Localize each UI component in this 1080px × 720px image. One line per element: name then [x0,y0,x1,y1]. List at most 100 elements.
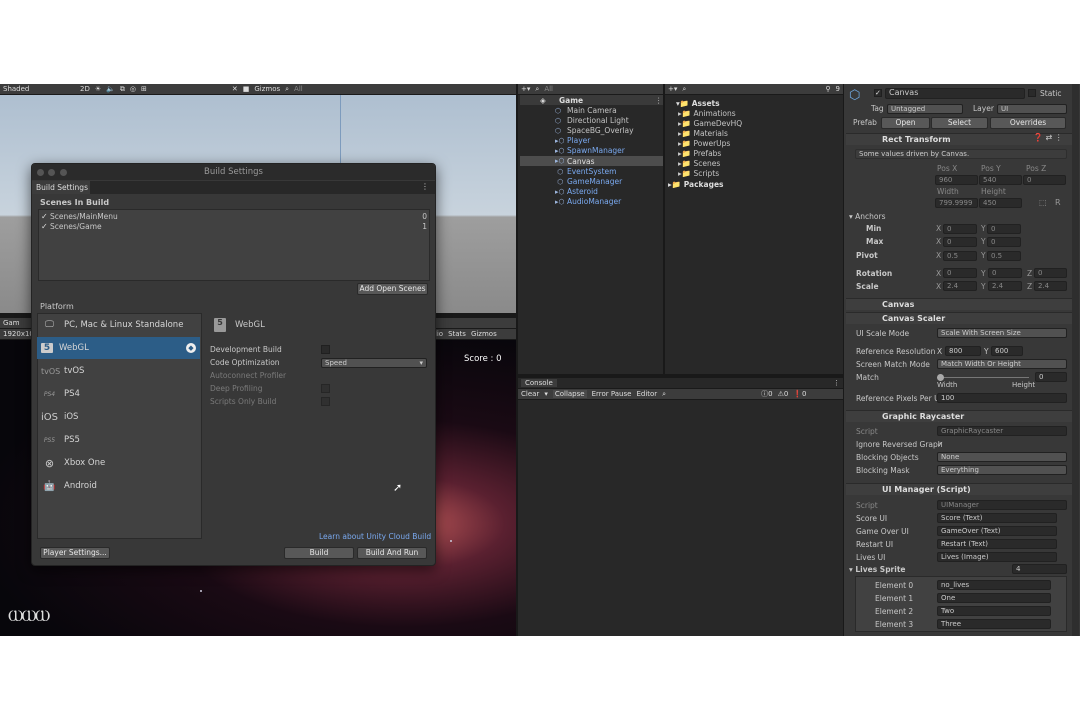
prefab-select-button[interactable]: Select [931,117,988,129]
anchor-max-y[interactable]: 0 [987,237,1021,247]
rotation-x[interactable]: 0 [943,268,977,278]
build-and-run-button[interactable]: Build And Run [357,547,427,559]
folder-item[interactable]: ▸📁 Materials [678,129,728,138]
game-tab[interactable]: Gam [3,319,20,327]
hierarchy-item[interactable]: Player [567,136,590,145]
more-icon[interactable]: ⋮ [655,96,663,105]
inspector-scrollbar[interactable] [1072,84,1079,636]
reference-pixels-field[interactable]: 100 [937,393,1067,403]
static-checkbox[interactable] [1028,89,1036,97]
shading-dropdown[interactable]: Shaded [3,85,75,93]
visibility-icon[interactable]: ◎ [130,85,136,93]
scene-search[interactable]: All [294,85,303,93]
anchor-max-x[interactable]: 0 [943,237,977,247]
game-over-ui-field[interactable]: GameOver (Text) [937,526,1057,536]
editor-dropdown[interactable]: Editor [636,390,657,398]
check-icon[interactable]: ✓ [41,222,48,231]
width-field[interactable]: 799.9999 [935,198,978,208]
tag-dropdown[interactable]: Untagged [887,104,963,114]
ui-scale-mode-dropdown[interactable]: Scale With Screen Size [937,328,1067,338]
scene-row[interactable]: ✓ Scenes/MainMenu 0 [41,212,427,222]
scale-z[interactable]: 2.4 [1034,281,1067,291]
collapse-toggle[interactable]: Collapse [552,390,587,398]
folder-item[interactable]: ▸📁 Scenes [678,159,720,168]
pos-z-field[interactable]: 0 [1023,175,1066,185]
console-tab[interactable]: Console [521,379,557,387]
add-icon[interactable]: +▾ [521,85,530,93]
build-settings-tab[interactable]: Build Settings [32,181,90,194]
packages-folder[interactable]: ▸📁 Packages [668,180,724,189]
score-ui-field[interactable]: Score (Text) [937,513,1057,523]
element-field[interactable]: One [937,593,1051,603]
more-icon[interactable]: ⋮ [421,182,429,191]
platform-tvos[interactable]: tvOS tvOS [37,360,200,382]
platform-ps4[interactable]: PS4 PS4 [37,383,200,405]
tools-icon[interactable]: ✕ [232,85,238,93]
folder-item[interactable]: ▸📁 Animations [678,109,736,118]
lives-ui-field[interactable]: Lives (Image) [937,552,1057,562]
add-open-scenes-button[interactable]: Add Open Scenes [357,283,428,295]
graphic-raycaster-header[interactable]: Graphic Raycaster [846,410,1072,422]
rotation-z[interactable]: 0 [1034,268,1067,278]
assets-folder[interactable]: ▾📁 Assets [676,99,720,108]
element-field[interactable]: Two [937,606,1051,616]
folder-item[interactable]: ▸📁 GameDevHQ [678,119,742,128]
audio-toggle[interactable]: lio [435,330,443,338]
hierarchy-item[interactable]: Directional Light [567,116,629,125]
platform-ios[interactable]: iOS iOS [37,406,200,428]
hierarchy-search[interactable]: All [544,85,553,93]
grid-icon[interactable]: ⊞ [141,85,147,93]
development-build-checkbox[interactable] [321,345,330,354]
camera-icon[interactable]: ■ [243,85,250,93]
platform-xbox[interactable]: ⊗ Xbox One [37,452,200,474]
anchor-min-y[interactable]: 0 [987,224,1021,234]
build-button[interactable]: Build [284,547,354,559]
hierarchy-item[interactable]: Main Camera [567,106,617,115]
scripts-only-checkbox[interactable] [321,397,330,406]
blocking-objects-dropdown[interactable]: None [937,452,1067,462]
log-count[interactable]: ⓘ0 [761,389,772,399]
match-slider-track[interactable] [937,377,1029,378]
platform-webgl[interactable]: 5 WebGL ◆ [37,337,200,359]
hierarchy-item[interactable]: SpawnManager [567,146,625,155]
audio-icon[interactable]: 🔈 [106,85,115,93]
chevron-down-icon[interactable]: ▾ [544,390,548,398]
element-field[interactable]: Three [937,619,1051,629]
ui-manager-header[interactable]: UI Manager (Script) [846,483,1072,495]
hierarchy-item[interactable]: SpaceBG_Overlay [567,126,634,135]
reference-y-field[interactable]: 600 [991,346,1023,356]
layer-dropdown[interactable]: UI [997,104,1067,114]
prefab-open-button[interactable]: Open [881,117,930,129]
restart-ui-field[interactable]: Restart (Text) [937,539,1057,549]
stats-toggle[interactable]: Stats [448,330,466,338]
light-icon[interactable]: ☀ [95,85,101,93]
filter-icon[interactable]: ⚲ [825,85,830,93]
scale-y[interactable]: 2.4 [988,281,1022,291]
reference-x-field[interactable]: 800 [945,346,981,356]
lives-sprite-size[interactable]: 4 [1012,564,1067,574]
scale-x[interactable]: 2.4 [943,281,977,291]
component-menu-icons[interactable]: ❓ ⇄ ⋮ [1033,133,1063,142]
element-field[interactable]: no_lives [937,580,1051,590]
maximize-icon[interactable] [60,169,67,176]
gizmos-dropdown[interactable]: Gizmos [254,85,280,93]
pos-y-field[interactable]: 540 [979,175,1022,185]
resolution-dropdown[interactable]: 1920x10 [3,330,34,338]
hierarchy-root[interactable]: Game [559,96,583,105]
more-icon[interactable]: ⋮ [833,379,840,387]
clear-button[interactable]: Clear [521,390,539,398]
platform-ps5[interactable]: PS5 PS5 [37,429,200,451]
static-label[interactable]: Static [1040,89,1061,98]
deep-profiling-checkbox[interactable] [321,384,330,393]
pos-x-field[interactable]: 960 [935,175,978,185]
hierarchy-item[interactable]: EventSystem [567,167,616,176]
anchors-foldout[interactable]: ▾ Anchors [849,212,886,221]
hierarchy-item[interactable]: AudioManager [567,197,621,206]
platform-android[interactable]: 🤖 Android [37,475,200,497]
effects-icon[interactable]: ⧉ [120,85,125,94]
ignore-reversed-checkbox[interactable]: ✓ [937,440,944,449]
folder-item[interactable]: ▸📁 PowerUps [678,139,730,148]
active-checkbox[interactable]: ✓ [874,89,882,97]
canvas-component-header[interactable]: Canvas [846,298,1072,310]
warning-count[interactable]: ⚠0 [778,390,789,398]
